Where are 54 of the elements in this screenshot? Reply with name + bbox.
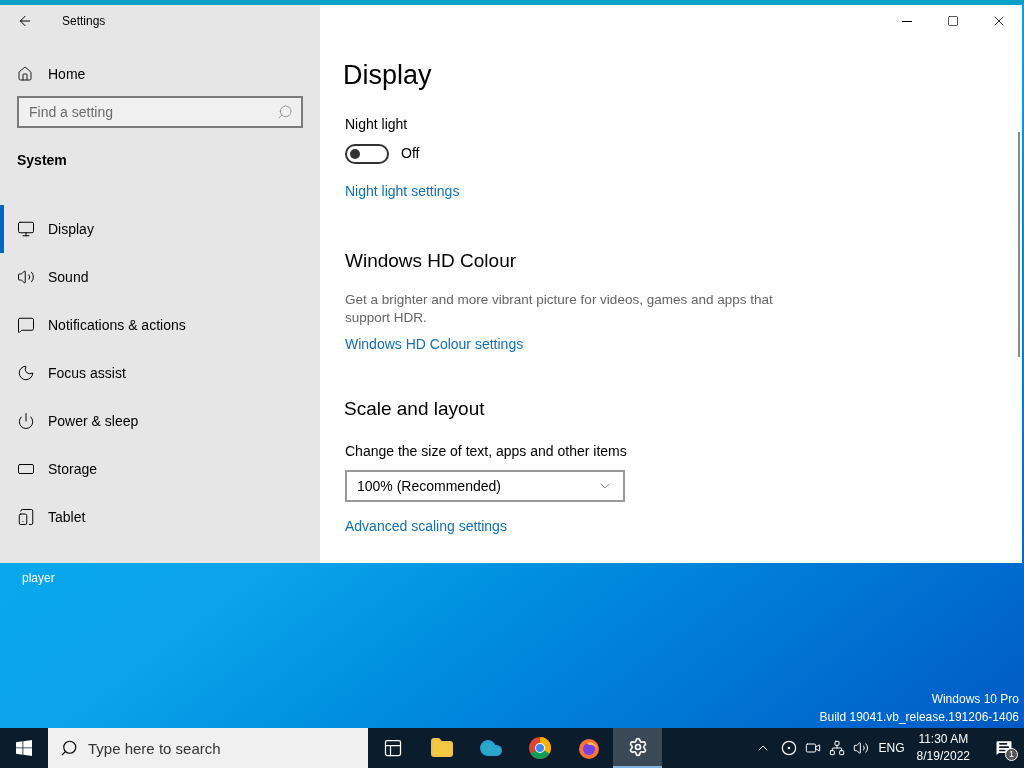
settings-link[interactable]: Advanced scaling settings: [345, 516, 507, 537]
edition-text: Windows 10 Pro: [931, 691, 1019, 708]
speech-bubble-icon: [17, 316, 35, 334]
settings-link[interactable]: Night light settings: [345, 181, 460, 202]
gear-icon: [627, 737, 648, 757]
record-icon[interactable]: [780, 740, 797, 756]
moon-icon: [17, 364, 35, 382]
tablet-icon: [17, 508, 35, 526]
settings-link[interactable]: Windows HD Colour settings: [345, 333, 524, 355]
toggle-switch[interactable]: [345, 143, 389, 164]
notification-icon: [994, 738, 1014, 758]
maximize-icon: [947, 15, 959, 27]
setting-label: Night light: [345, 115, 408, 134]
nav-item[interactable]: Notifications & actions: [0, 301, 320, 349]
windows-logo-icon: [16, 740, 32, 756]
taskbar-search-field[interactable]: Type here to search: [48, 728, 368, 768]
section-heading: Windows HD Colour: [345, 249, 517, 273]
edition-text: Build 19041.vb_release.191206-1406: [819, 709, 1019, 726]
language-indicator[interactable]: ENG: [878, 739, 905, 757]
notification-button[interactable]: 1: [984, 728, 1024, 768]
minimize-icon: [902, 20, 912, 22]
nav-item[interactable]: Storage: [0, 445, 320, 493]
nav-item[interactable]: Sound: [0, 253, 320, 301]
nav-item[interactable]: Tablet: [0, 493, 320, 541]
search-icon: [277, 104, 293, 120]
scale-dropdown[interactable]: 100% (Recommended): [345, 470, 625, 502]
back-button[interactable]: [17, 13, 33, 29]
page-title: Display: [343, 59, 432, 92]
home-icon: [17, 66, 33, 82]
task-view-icon: [382, 738, 403, 758]
home-item[interactable]: Home: [0, 62, 320, 86]
section-heading: System: [16, 151, 68, 170]
folder-icon: [429, 736, 454, 760]
description-text: Get a brighter and more vibrant picture for videos, games and apps that support HDR.: [345, 290, 774, 327]
section-heading: Scale and layout: [344, 396, 485, 421]
window-title: Settings: [62, 13, 106, 30]
search-field[interactable]: Find a setting: [17, 96, 303, 128]
taskbar-app-button[interactable]: [613, 728, 662, 768]
setting-label: Change the size of text, apps and other items: [345, 442, 627, 461]
nav-item[interactable]: Focus assist: [0, 349, 320, 397]
browser-icon: [576, 736, 601, 760]
search-icon: [60, 739, 78, 757]
scrollbar[interactable]: [1018, 132, 1020, 357]
browser-icon: [527, 736, 552, 760]
speaker-icon: [17, 268, 35, 286]
monitor-icon: [17, 220, 35, 238]
power-icon: [17, 412, 35, 430]
nav-item[interactable]: Power & sleep: [0, 397, 320, 445]
network-icon[interactable]: [828, 740, 845, 756]
clock[interactable]: 11:30 AM 8/19/2022: [916, 731, 970, 765]
speaker-icon[interactable]: [852, 740, 869, 756]
toggle-state: Off: [401, 144, 420, 163]
notification-badge: 1: [1005, 748, 1018, 761]
camera-icon[interactable]: [804, 740, 821, 756]
